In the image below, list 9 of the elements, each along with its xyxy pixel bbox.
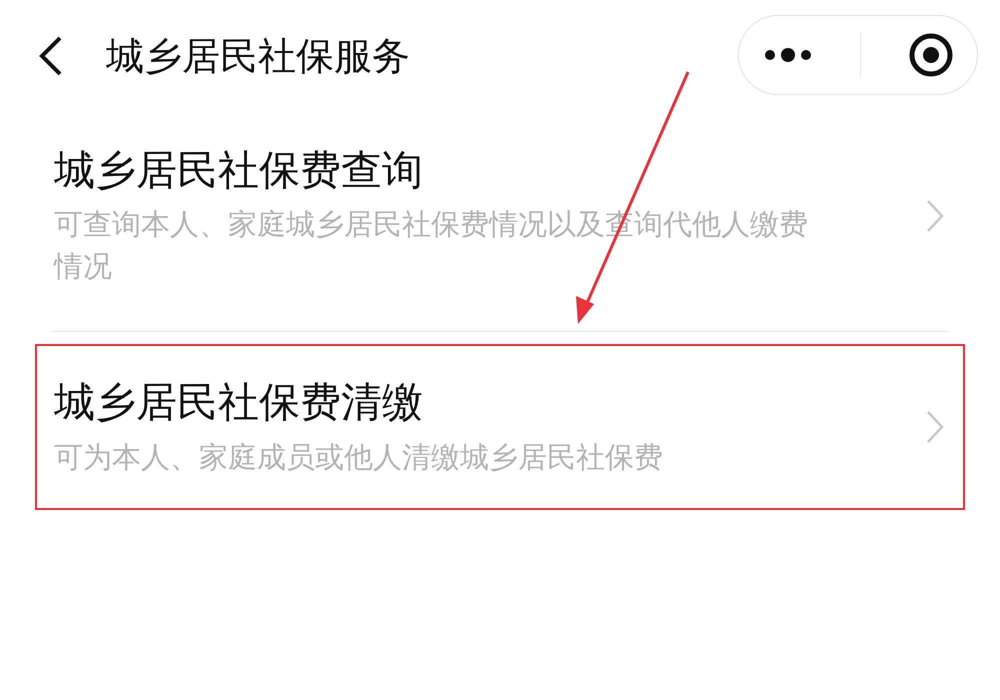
close-icon[interactable] xyxy=(908,32,954,78)
more-icon[interactable] xyxy=(762,48,812,62)
chevron-icon xyxy=(925,198,945,234)
item-description: 可为本人、家庭成员或他人清缴城乡居民社保费 xyxy=(54,438,664,476)
chevron-icon xyxy=(925,409,945,446)
item-title: 城乡居民社保费清缴 xyxy=(54,377,424,428)
menu-item[interactable]: 城乡居民社保费清缴 可为本人、家庭成员或他人清缴城乡居民社保费 xyxy=(35,344,965,510)
page-title: 城乡居民社保服务 xyxy=(106,32,410,80)
item-title: 城乡居民社保费查询 xyxy=(54,145,424,196)
